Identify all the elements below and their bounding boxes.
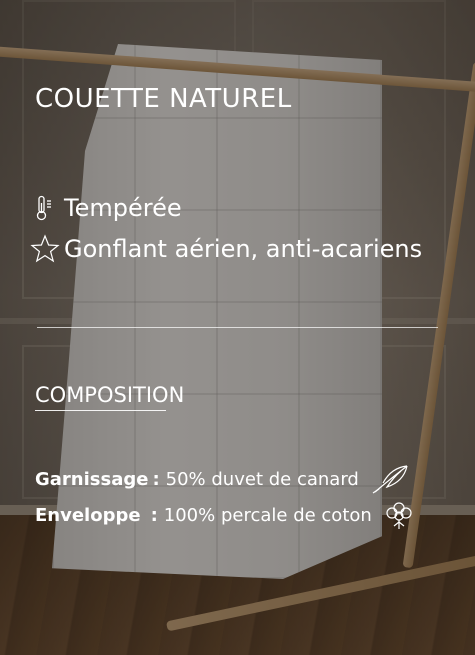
composition-separator: : bbox=[150, 504, 158, 526]
composition-heading: COMPOSITION bbox=[35, 383, 185, 407]
composition-separator: : bbox=[152, 468, 160, 490]
composition-value: 100% percale de coton bbox=[163, 504, 372, 526]
feature-label: Gonflant aérien, anti-acariens bbox=[64, 235, 423, 263]
feature-temperature: Tempérée bbox=[30, 194, 182, 222]
product-title: COUETTE NATUREL bbox=[35, 84, 292, 114]
feature-label: Tempérée bbox=[64, 194, 182, 222]
composition-underline bbox=[35, 410, 166, 411]
composition-row-filling: Garnissage : 50% duvet de canard bbox=[35, 463, 411, 495]
section-divider bbox=[37, 327, 438, 328]
feature-loft: Gonflant aérien, anti-acariens bbox=[30, 234, 422, 264]
composition-value: 50% duvet de canard bbox=[165, 468, 359, 490]
composition-label: Enveloppe bbox=[35, 504, 141, 526]
star-icon bbox=[30, 234, 60, 264]
thermometer-icon bbox=[30, 195, 60, 221]
cotton-flower-icon bbox=[384, 500, 414, 530]
composition-row-cover: Enveloppe : 100% percale de coton bbox=[35, 500, 414, 530]
feather-icon bbox=[371, 463, 411, 495]
composition-label: Garnissage bbox=[35, 468, 149, 490]
